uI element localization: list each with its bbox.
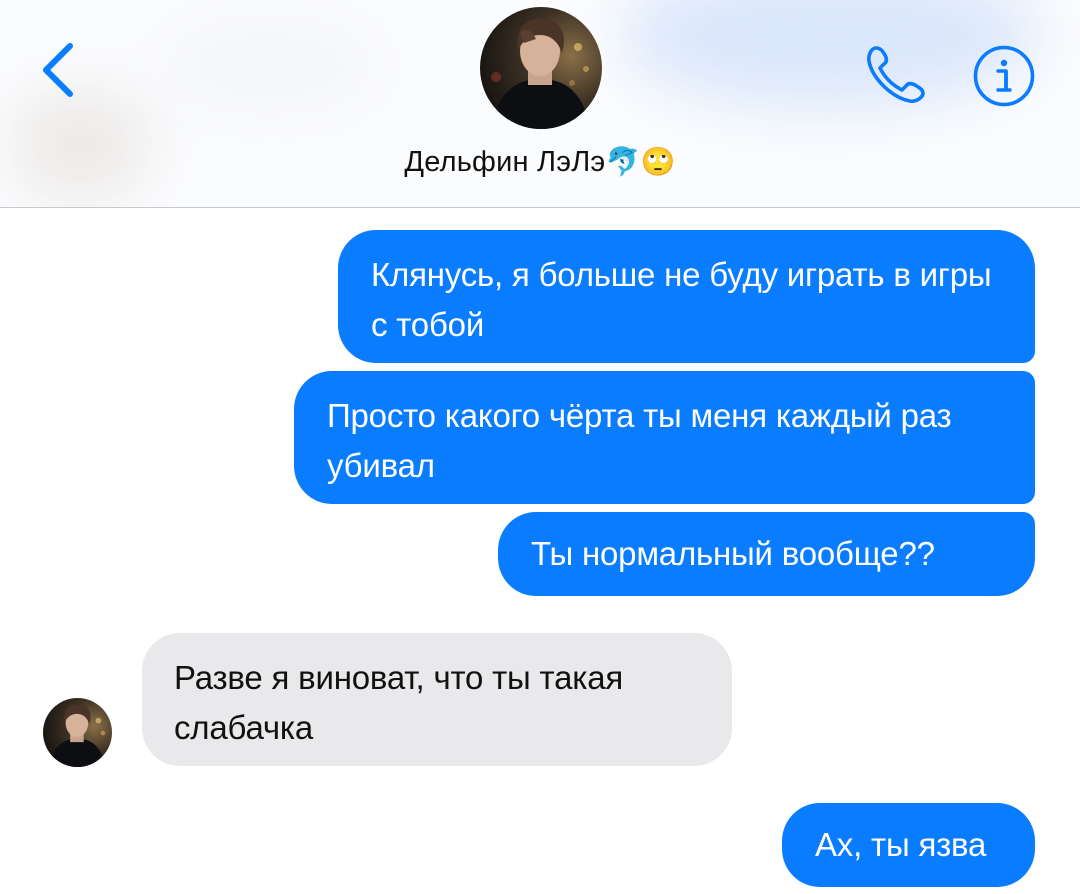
contact-name-emoji: 🐬🙄	[605, 146, 676, 177]
message-text: Клянусь, я больше не буду играть в игры …	[371, 256, 992, 343]
avatar-image	[480, 7, 602, 129]
call-button[interactable]	[862, 42, 930, 108]
sender-avatar[interactable]	[43, 698, 112, 767]
message-text: Разве я виноват, что ты такая слабачка	[174, 659, 624, 746]
header-blur-decoration	[160, 20, 380, 110]
info-button[interactable]	[972, 44, 1036, 108]
outgoing-message[interactable]: Просто какого чёрта ты меня каждый раз у…	[294, 371, 1035, 504]
message-text: Ты нормальный вообще??	[531, 535, 935, 572]
chat-header: Дельфин ЛэЛэ🐬🙄	[0, 0, 1080, 208]
outgoing-message[interactable]: Ты нормальный вообще??	[498, 512, 1035, 596]
message-text: Просто какого чёрта ты меня каждый раз у…	[327, 397, 952, 484]
phone-icon	[867, 46, 925, 103]
avatar-image	[43, 698, 112, 767]
message-text: Ах, ты язва	[815, 826, 987, 863]
incoming-message[interactable]: Разве я виноват, что ты такая слабачка	[142, 633, 732, 766]
outgoing-message[interactable]: Клянусь, я больше не буду играть в игры …	[338, 230, 1035, 363]
outgoing-message[interactable]: Ах, ты язва	[782, 803, 1035, 887]
chevron-left-icon	[43, 43, 73, 97]
contact-avatar[interactable]	[480, 7, 602, 129]
contact-name[interactable]: Дельфин ЛэЛэ🐬🙄	[0, 145, 1080, 179]
info-icon	[973, 45, 1035, 107]
contact-name-text: Дельфин ЛэЛэ	[404, 146, 606, 178]
back-button[interactable]	[36, 38, 84, 102]
